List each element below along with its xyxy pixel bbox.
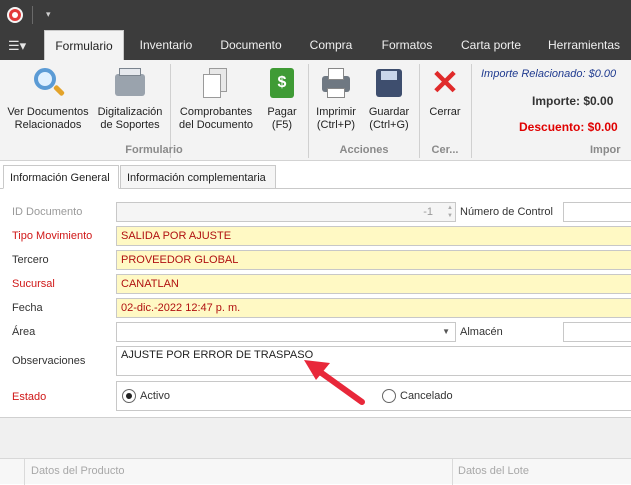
tab-herramientas[interactable]: Herramientas <box>544 30 624 60</box>
id-documento-field: -1 ▲ ▼ <box>116 202 456 222</box>
grid-column-separator <box>24 459 25 485</box>
tercero-label: Tercero <box>12 254 49 266</box>
grid-header-producto[interactable]: Datos del Producto <box>31 465 125 477</box>
group-separator <box>471 64 472 158</box>
area-dropdown[interactable]: ▼ <box>116 322 456 342</box>
group-separator <box>419 64 420 158</box>
save-icon <box>372 66 406 100</box>
grid-header-lote[interactable]: Datos del Lote <box>458 465 529 477</box>
titlebar-separator <box>32 6 33 24</box>
money-icon: $ <box>265 66 299 100</box>
documents-icon <box>199 66 233 100</box>
ribbon-tab-strip: ☰▾ Formulario Inventario Documento Compr… <box>0 30 631 60</box>
estado-cancelado-radio[interactable] <box>382 389 396 403</box>
observaciones-textarea[interactable]: AJUSTE POR ERROR DE TRASPASO <box>116 346 631 376</box>
fecha-field[interactable]: 02-dic.-2022 12:47 p. m. <box>116 298 631 318</box>
guardar-button[interactable]: Guardar (Ctrl+G) <box>364 64 414 142</box>
id-documento-value: -1 <box>423 206 433 218</box>
ver-documentos-label: Ver Documentos Relacionados <box>7 106 89 131</box>
chevron-down-icon[interactable]: ▼ <box>442 323 450 341</box>
tab-carta-porte[interactable]: Carta porte <box>456 30 526 60</box>
tab-documento[interactable]: Documento <box>214 30 288 60</box>
comprobantes-button[interactable]: Comprobantes del Documento <box>176 64 256 142</box>
grid-header: Datos del Producto Datos del Lote <box>0 458 631 485</box>
spinner-icon: ▲ ▼ <box>447 205 453 219</box>
numero-control-label: Número de Control <box>460 206 553 218</box>
observaciones-label: Observaciones <box>12 355 86 367</box>
title-bar: ▾ <box>0 0 631 30</box>
group-label-acciones: Acciones <box>339 144 389 156</box>
tab-compra[interactable]: Compra <box>302 30 360 60</box>
ver-documentos-button[interactable]: Ver Documentos Relacionados <box>4 64 92 142</box>
tab-informacion-complementaria[interactable]: Información complementaria <box>120 165 276 189</box>
numero-control-input[interactable] <box>563 202 631 222</box>
cerrar-label: Cerrar <box>429 106 461 118</box>
estado-label: Estado <box>12 391 47 403</box>
grid-column-separator <box>452 459 453 485</box>
estado-radio-group: Activo Cancelado <box>116 381 631 411</box>
app-menu-icon[interactable]: ☰▾ <box>8 38 26 54</box>
id-documento-label: ID Documento <box>12 206 83 218</box>
imprimir-button[interactable]: Imprimir (Ctrl+P) <box>312 64 360 142</box>
tipo-movimiento-field[interactable]: SALIDA POR AJUSTE <box>116 226 631 246</box>
tab-formulario[interactable]: Formulario <box>44 30 124 60</box>
group-label-cerrar: Cer... <box>431 144 459 156</box>
sucursal-label: Sucursal <box>12 278 55 290</box>
magnifier-icon <box>31 66 66 100</box>
quick-access-dropdown-icon[interactable]: ▾ <box>46 9 51 20</box>
details-grid: Datos del Producto Datos del Lote <box>0 417 631 485</box>
digitalizacion-label: Digitalización de Soportes <box>97 106 163 131</box>
group-separator <box>308 64 309 158</box>
almacen-label: Almacén <box>460 326 503 338</box>
estado-activo-radio[interactable] <box>122 389 136 403</box>
tab-formatos[interactable]: Formatos <box>376 30 438 60</box>
printer-icon <box>319 66 353 100</box>
group-label-importes: Impor <box>590 144 621 156</box>
scanner-icon <box>113 66 147 100</box>
descuento-value: Descuento: $0.00 <box>519 120 618 134</box>
sucursal-field[interactable]: CANATLAN <box>116 274 631 294</box>
cerrar-button[interactable]: ✕ Cerrar <box>422 64 468 142</box>
area-label: Área <box>12 326 36 338</box>
pagar-button[interactable]: $ Pagar (F5) <box>260 64 304 142</box>
close-icon: ✕ <box>430 64 460 102</box>
fecha-label: Fecha <box>12 302 43 314</box>
annotation-arrow <box>304 360 365 405</box>
tab-inventario[interactable]: Inventario <box>130 30 202 60</box>
pagar-label: Pagar (F5) <box>267 106 297 131</box>
almacen-dropdown[interactable] <box>563 322 631 342</box>
estado-cancelado-label[interactable]: Cancelado <box>400 390 453 402</box>
tercero-field[interactable]: PROVEEDOR GLOBAL <box>116 250 631 270</box>
importe-relacionado-value: Importe Relacionado: $0.00 <box>481 68 617 80</box>
app-logo-icon[interactable] <box>7 7 23 23</box>
tab-informacion-general[interactable]: Información General <box>3 165 119 189</box>
estado-activo-label[interactable]: Activo <box>140 390 170 402</box>
imprimir-label: Imprimir (Ctrl+P) <box>316 106 356 131</box>
digitalizacion-button[interactable]: Digitalización de Soportes <box>94 64 166 142</box>
comprobantes-label: Comprobantes del Documento <box>179 106 253 131</box>
group-label-formulario: Formulario <box>125 144 183 156</box>
tipo-movimiento-label: Tipo Movimiento <box>12 230 93 242</box>
guardar-label: Guardar (Ctrl+G) <box>368 106 410 131</box>
importe-value: Importe: $0.00 <box>532 94 614 108</box>
